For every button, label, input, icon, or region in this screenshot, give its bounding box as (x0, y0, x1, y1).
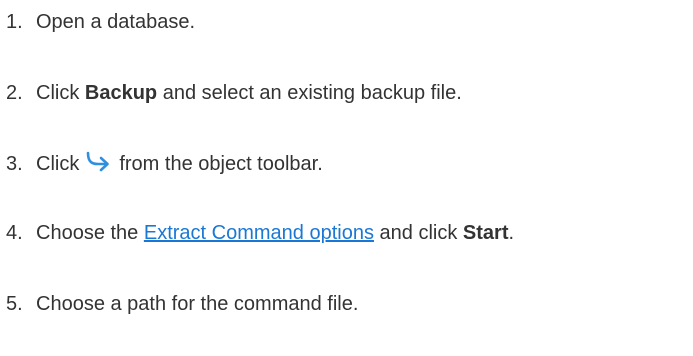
step-text-pre: Click (36, 82, 85, 104)
step-text-mid: and click (373, 222, 463, 244)
step-4: 4. Choose the Extract Command options and… (6, 221, 514, 245)
step-number: 5. (6, 293, 23, 315)
step-1: 1. Open a database. (6, 10, 195, 34)
step-2: 2. Click Backup and select an existing ba… (6, 81, 462, 105)
instruction-steps: 1. Open a database. 2. Click Backup and se… (0, 0, 693, 356)
step-text-pre: Choose the (36, 222, 144, 244)
step-3: 3. Click from the object toolbar. (6, 151, 323, 176)
step-text-post: and select an existing backup file. (157, 82, 462, 104)
step-number: 1. (6, 11, 23, 33)
extract-arrow-icon (85, 151, 111, 173)
step-5: 5. Choose a path for the command file. (6, 292, 358, 316)
start-term: Start (462, 222, 509, 244)
step-text: Open a database. (36, 11, 196, 33)
step-text: Choose a path for the command file. (36, 293, 359, 315)
step-number: 3. (6, 153, 23, 175)
step-text-post: . (508, 222, 515, 244)
step-text-pre: Click (36, 153, 80, 175)
step-number: 2. (6, 82, 23, 104)
backup-term: Backup (84, 82, 158, 104)
extract-command-options-link[interactable]: Extract Command options (144, 222, 374, 244)
step-number: 4. (6, 222, 23, 244)
step-text-post: from the object toolbar. (119, 153, 323, 175)
